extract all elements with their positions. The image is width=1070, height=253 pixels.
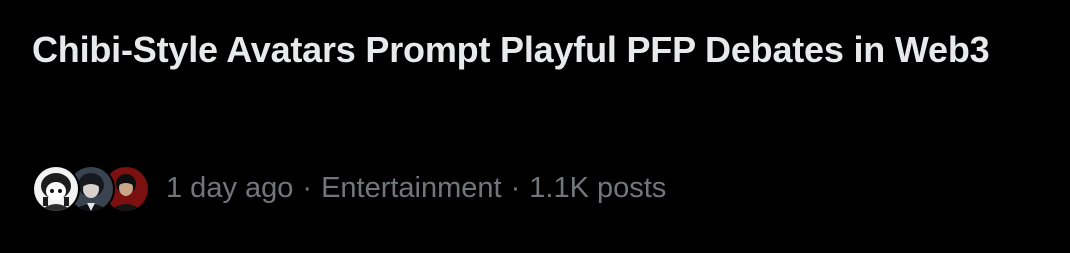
meta-separator: · (510, 172, 521, 204)
post-count: 1.1K posts (529, 172, 667, 204)
trend-title[interactable]: Chibi-Style Avatars Prompt Playful PFP D… (32, 24, 1022, 75)
avatar-stack (32, 163, 150, 213)
time-ago: 1 day ago (166, 172, 294, 204)
trend-card[interactable]: Chibi-Style Avatars Prompt Playful PFP D… (0, 0, 1070, 253)
trend-meta-text: 1 day ago · Entertainment · 1.1K posts (166, 163, 666, 213)
meta-separator: · (302, 172, 313, 204)
trend-meta: 1 day ago · Entertainment · 1.1K posts (32, 163, 666, 213)
category-label: Entertainment (321, 172, 502, 204)
chibi-avatar-icon (32, 165, 80, 213)
